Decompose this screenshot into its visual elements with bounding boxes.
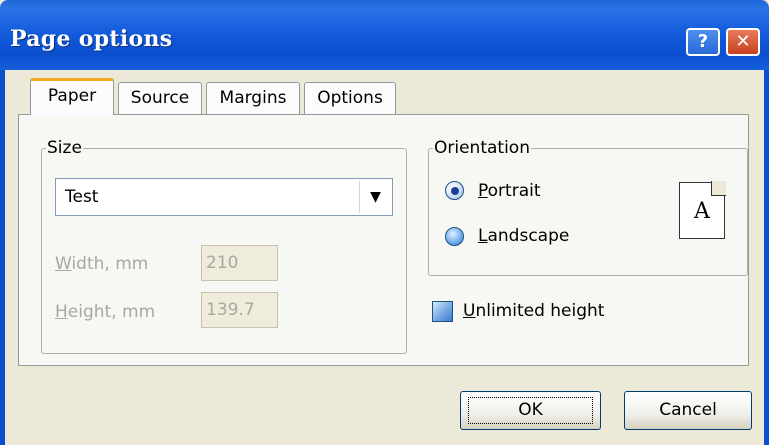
dropdown-arrow-icon[interactable]: ▼ [359,181,391,213]
tab-source[interactable]: Source [118,82,202,114]
unlimited-height-checkbox[interactable] [432,301,453,322]
portrait-radio-dot [451,187,459,195]
window-border-left [0,70,5,445]
help-button[interactable]: ? [686,28,720,56]
tab-options[interactable]: Options [304,82,396,114]
page-fold-corner [711,181,726,196]
landscape-label[interactable]: Landscape [478,226,569,246]
size-legend: Size [47,138,82,158]
window-border-right [764,70,769,445]
help-icon: ? [697,31,709,52]
landscape-radio[interactable] [445,227,464,246]
height-input[interactable]: 139.7 [201,292,278,328]
width-input[interactable]: 210 [201,245,278,281]
size-combobox[interactable]: Test [55,178,393,216]
size-selected-value: Test [65,187,99,207]
portrait-radio[interactable] [445,181,464,200]
tab-paper[interactable]: Paper [30,78,114,115]
close-icon: ✕ [735,31,751,52]
close-button[interactable]: ✕ [726,28,760,56]
tab-margins[interactable]: Margins [206,82,300,114]
orientation-legend: Orientation [434,138,530,158]
height-label: Height, mm [55,302,156,322]
unlimited-height-label[interactable]: Unlimited height [463,301,604,321]
portrait-label[interactable]: Portrait [478,181,541,201]
cancel-button[interactable]: Cancel [624,391,752,430]
ok-button-label: OK [468,397,593,424]
window-title: Page options [10,26,173,52]
width-label: Width, mm [55,254,149,274]
